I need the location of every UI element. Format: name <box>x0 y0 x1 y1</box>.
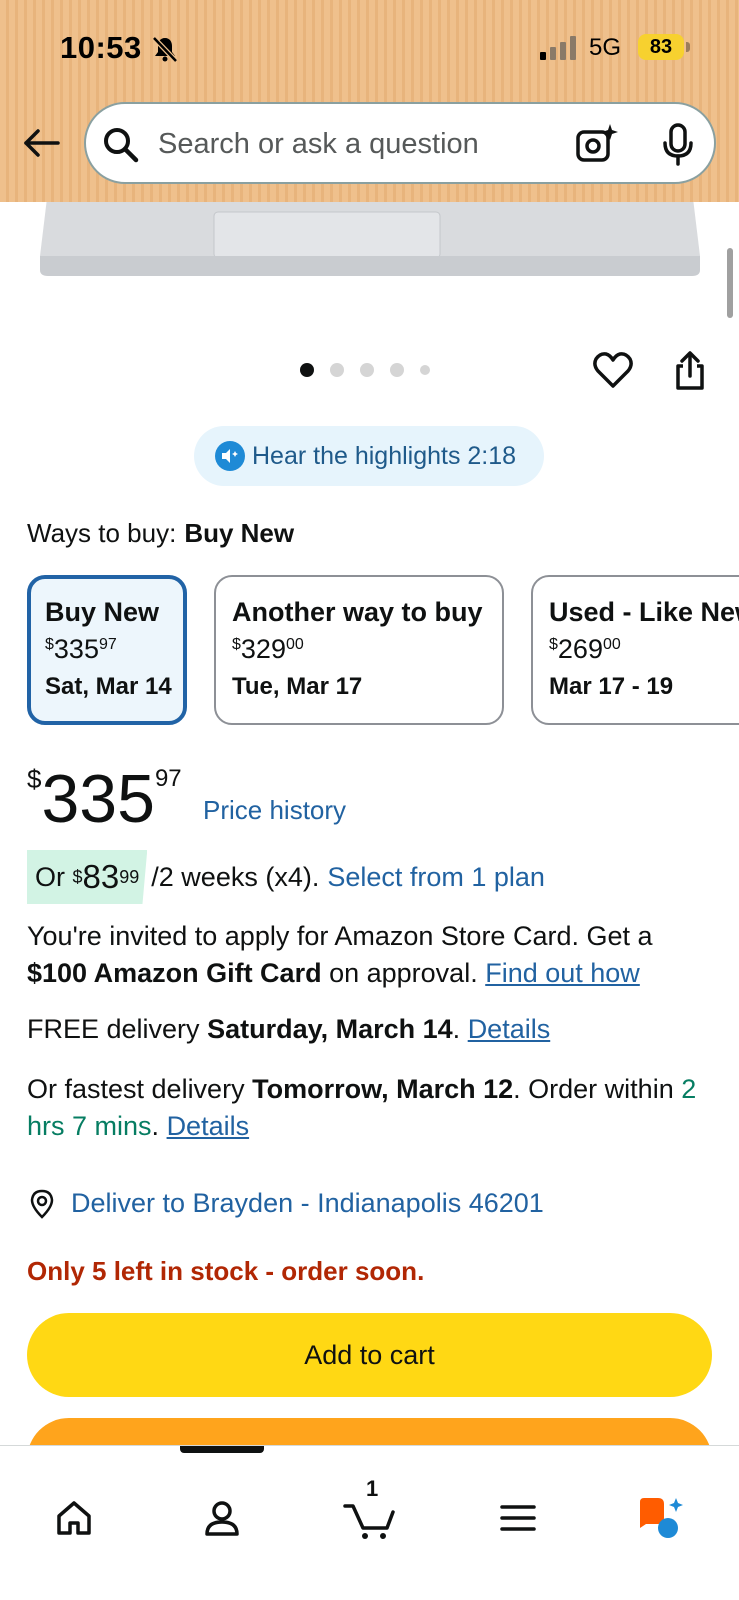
search-icon <box>104 128 139 163</box>
ways-to-buy-selected: Buy New <box>184 518 295 548</box>
nav-menu[interactable] <box>488 1488 548 1548</box>
highlights-label: Hear the highlights 2:18 <box>252 441 517 470</box>
price-whole: 335 <box>53 634 99 664</box>
price-history-link[interactable]: Price history <box>203 795 346 826</box>
price-whole: 329 <box>240 634 286 664</box>
deliver-to-label: Deliver to Brayden - Indianapolis 46201 <box>71 1188 544 1218</box>
store-card-text-2: on approval. <box>329 958 478 988</box>
installment-terms: /2 weeks (x4). <box>151 861 320 892</box>
nav-account[interactable] <box>192 1488 252 1548</box>
network-type: 5G <box>589 34 622 61</box>
battery-level: 83 <box>638 34 684 60</box>
carousel-dot[interactable] <box>300 363 314 377</box>
carousel-dot[interactable] <box>330 363 344 377</box>
order-within-text: . Order within <box>513 1074 674 1104</box>
price-fraction: 00 <box>602 636 621 653</box>
installment-plan: Or $83 99 /2 weeks (x4). Select from 1 pl… <box>27 850 545 904</box>
heart-icon[interactable] <box>592 350 634 390</box>
person-icon <box>205 1501 239 1536</box>
fastest-details-link[interactable]: Details <box>167 1111 250 1141</box>
installment-amount: Or $83 99 <box>27 850 148 904</box>
cart-count-badge: 1 <box>366 1476 379 1501</box>
price-fraction: 97 <box>98 636 117 653</box>
find-out-how-link[interactable]: Find out how <box>485 958 640 988</box>
buy-option-another-way[interactable]: Another way to buy $32900 Tue, Mar 17 <box>214 575 504 725</box>
ways-to-buy-label: Ways to buy: <box>27 518 177 548</box>
nav-home[interactable] <box>44 1488 104 1548</box>
buy-option-used[interactable]: Used - Like New $26900 Mar 17 - 19 <box>531 575 739 725</box>
currency-symbol: $ <box>45 636 54 653</box>
buy-option-date: Tue, Mar 17 <box>232 673 363 700</box>
product-image[interactable] <box>0 190 739 300</box>
gift-card-amount: $100 Amazon Gift Card <box>27 958 322 988</box>
free-delivery-date: Saturday, March 14 <box>207 1014 453 1044</box>
price-fraction: 97 <box>154 765 182 792</box>
currency-symbol: $ <box>232 636 241 653</box>
buy-option-date: Mar 17 - 19 <box>549 673 674 700</box>
bottom-navigation: 1 <box>0 1445 739 1600</box>
product-price: $33597 <box>27 760 182 838</box>
delivery-details-link[interactable]: Details <box>468 1014 551 1044</box>
status-time: 10:53 <box>60 30 142 65</box>
fastest-delivery-info: Or fastest delivery Tomorrow, March 12. … <box>27 1074 697 1141</box>
buy-option-new[interactable]: Buy New $33597 Sat, Mar 14 <box>27 575 187 725</box>
buy-option-title: Used - Like New <box>549 597 739 627</box>
battery-nub <box>686 42 690 52</box>
ways-to-buy-heading: Ways to buy: Buy New <box>27 518 294 549</box>
fastest-delivery-date: Tomorrow, March 12 <box>252 1074 514 1104</box>
buy-option-price: $33597 <box>45 634 169 665</box>
price-fraction: 00 <box>285 636 304 653</box>
back-arrow-icon[interactable] <box>20 122 62 164</box>
price-currency: $ <box>27 764 42 794</box>
buy-option-title: Buy New <box>45 597 160 627</box>
rufus-assistant-icon <box>640 1498 683 1538</box>
speaker-icon <box>215 441 245 471</box>
installment-prefix: Or <box>35 861 65 892</box>
add-to-cart-button[interactable]: Add to cart <box>27 1313 712 1397</box>
bell-muted-icon <box>152 36 178 63</box>
price-whole: 269 <box>557 634 603 664</box>
free-delivery-info: FREE delivery Saturday, March 14. Detail… <box>27 1014 551 1044</box>
currency-symbol: $ <box>549 636 558 653</box>
active-tab-indicator <box>180 1446 264 1453</box>
microphone-icon[interactable] <box>658 122 698 168</box>
camera-lens-icon[interactable] <box>574 122 618 166</box>
cellular-signal-icon <box>540 36 576 60</box>
menu-icon <box>500 1505 536 1531</box>
location-pin-icon <box>30 1189 54 1219</box>
nav-rufus-assistant[interactable] <box>632 1488 692 1548</box>
cart-icon <box>343 1504 395 1539</box>
buy-option-price: $32900 <box>232 634 486 665</box>
carousel-dot[interactable] <box>390 363 404 377</box>
image-carousel-dots[interactable] <box>300 363 430 377</box>
hear-highlights-button[interactable]: Hear the highlights 2:18 <box>194 426 544 486</box>
fastest-delivery-label: Or fastest delivery <box>27 1074 245 1104</box>
installment-fraction: 99 <box>119 866 140 887</box>
deliver-to-location[interactable]: Deliver to Brayden - Indianapolis 46201 <box>27 1188 544 1219</box>
buy-option-date: Sat, Mar 14 <box>45 673 172 700</box>
share-icon[interactable] <box>670 350 710 392</box>
search-bar[interactable] <box>84 102 716 184</box>
carousel-dot[interactable] <box>360 363 374 377</box>
select-plan-link[interactable]: Select from 1 plan <box>327 862 545 893</box>
buy-option-title: Another way to buy <box>232 597 483 627</box>
app-header: 10:53 5G 83 <box>0 0 739 202</box>
stock-warning: Only 5 left in stock - order soon. <box>27 1256 425 1286</box>
scrollbar[interactable] <box>727 248 733 318</box>
store-card-text: You're invited to apply for Amazon Store… <box>27 921 653 951</box>
free-delivery-label: FREE delivery <box>27 1014 200 1044</box>
installment-whole: 83 <box>82 858 120 895</box>
installment-currency: $ <box>72 866 83 887</box>
carousel-dot[interactable] <box>420 365 430 375</box>
search-input[interactable] <box>158 124 538 164</box>
price-whole: 335 <box>41 761 155 837</box>
home-icon <box>57 1501 91 1535</box>
store-card-offer: You're invited to apply for Amazon Store… <box>27 918 717 992</box>
buy-option-price: $26900 <box>549 634 739 665</box>
